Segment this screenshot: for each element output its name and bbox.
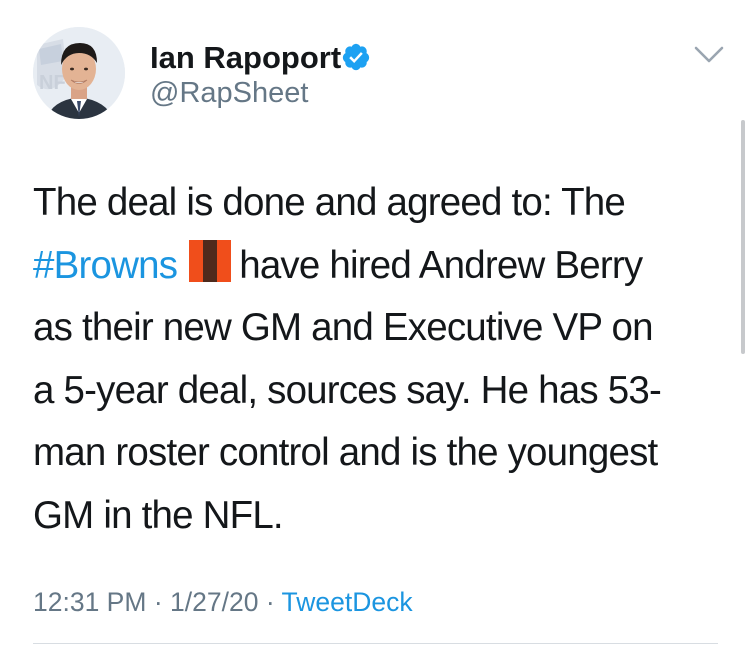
tweet-date[interactable]: 1/27/20 [170,587,258,617]
tweet-text-line: a 5-year deal, sources say. He has 53- [33,368,662,412]
separator: · [153,587,163,617]
avatar[interactable]: NF [33,27,125,119]
tweet-text-line: man roster control and is the youngest [33,431,658,474]
tweet-text-line: GM in the NFL. [33,493,284,537]
divider [33,643,718,644]
tweet-text-line: #Browns have hired Andrew Berry [33,235,733,298]
tweet-metadata: 12:31 PM · 1/27/20 · TweetDeck [33,585,413,619]
separator: · [265,587,275,617]
tweet-text-line: as their new GM and Executive VP on [33,306,654,349]
tweet-card: NF Ian Rapoport @RapSheet The deal is do… [0,0,750,651]
tweet-text: The deal is done and agreed to: The #Bro… [33,172,733,547]
tweet-time[interactable]: 12:31 PM [33,587,146,617]
tweet-text-line: The deal is done and agreed to: The [33,181,626,224]
tweet-text-segment: have hired Andrew Berry [239,243,643,287]
display-name[interactable]: Ian Rapoport [150,40,341,76]
chevron-down-icon[interactable] [692,42,726,68]
tweet-source-link[interactable]: TweetDeck [282,587,413,617]
hashtag-link[interactable]: #Browns [33,244,178,287]
browns-flag-emoji-icon [189,239,232,282]
scrollbar[interactable] [741,120,745,354]
user-handle[interactable]: @RapSheet [150,76,308,110]
verified-badge-icon [342,43,370,71]
svg-text:NF: NF [39,72,66,94]
